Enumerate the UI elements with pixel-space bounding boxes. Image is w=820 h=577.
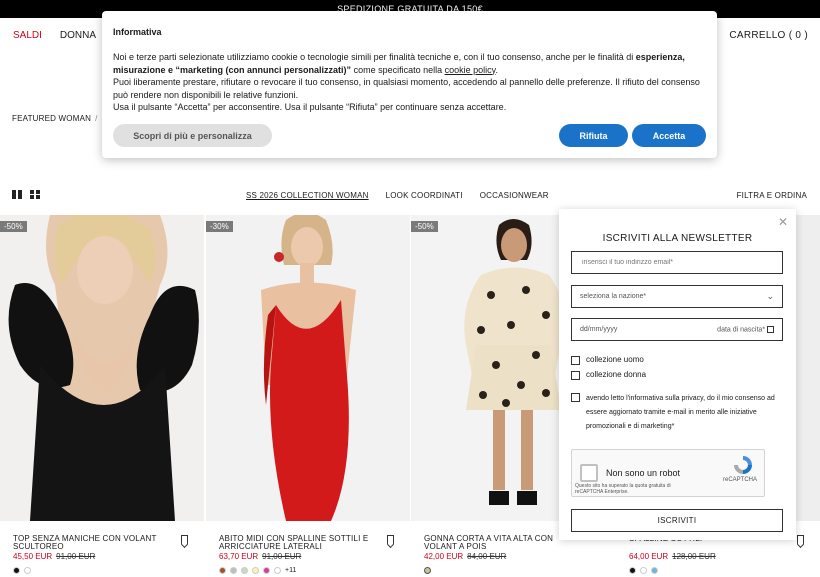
nav-item-donna[interactable]: DONNA bbox=[60, 30, 96, 41]
color-swatch[interactable] bbox=[263, 567, 270, 574]
close-icon[interactable]: ✕ bbox=[778, 215, 788, 229]
color-swatches bbox=[13, 567, 31, 574]
color-swatch[interactable] bbox=[424, 567, 431, 574]
color-swatch[interactable] bbox=[24, 567, 31, 574]
cookie-consent-dialog: Informativa Noi e terze parti selezionat… bbox=[102, 11, 717, 158]
product-image[interactable]: -50% bbox=[0, 215, 204, 521]
bookmark-icon[interactable] bbox=[797, 535, 804, 544]
recaptcha-checkbox[interactable] bbox=[580, 464, 598, 482]
checkbox-collezione-donna[interactable]: collezione donna bbox=[571, 370, 646, 380]
country-select-value: seleziona la nazione* bbox=[580, 293, 647, 300]
breadcrumb-item[interactable]: FEATURED WOMAN bbox=[12, 114, 91, 123]
bookmark-icon[interactable] bbox=[181, 535, 188, 544]
birthdate-value: dd/mm/yyyy bbox=[580, 326, 618, 333]
color-swatch[interactable] bbox=[629, 567, 636, 574]
cookie-text-consent: Noi e terze parti selezionate utilizziam… bbox=[113, 52, 685, 75]
breadcrumb: FEATURED WOMAN/S bbox=[12, 114, 107, 123]
product-card[interactable]: -30% ABITO MIDI CON SPALLINE SOTTILI E A… bbox=[206, 215, 410, 574]
product-image[interactable]: -30% bbox=[206, 215, 410, 521]
product-price: 45,50 EUR 91,00 EUR bbox=[13, 552, 96, 561]
category-tabs: SS 2026 COLLECTION WOMAN LOOK COORDINATI… bbox=[246, 191, 549, 200]
product-price: 42,00 EUR 84,00 EUR bbox=[424, 552, 507, 561]
checkbox[interactable] bbox=[571, 371, 580, 380]
color-swatch[interactable] bbox=[640, 567, 647, 574]
color-swatches bbox=[424, 567, 431, 574]
cart-link[interactable]: CARRELLO ( 0 ) bbox=[729, 30, 808, 41]
birthdate-label: data di nascita* bbox=[717, 325, 774, 333]
newsletter-title: ISCRIVITI ALLA NEWSLETTER bbox=[602, 233, 753, 244]
checkbox-collezione-uomo[interactable]: collezione uomo bbox=[571, 355, 644, 365]
subscribe-button[interactable]: ISCRIVITI bbox=[571, 509, 783, 532]
discount-badge: -30% bbox=[206, 221, 233, 232]
grid-toggle bbox=[12, 190, 40, 199]
country-select[interactable]: seleziona la nazione* ⌄ bbox=[571, 285, 783, 308]
color-swatch[interactable] bbox=[252, 567, 259, 574]
discount-badge: -50% bbox=[0, 221, 27, 232]
email-input[interactable] bbox=[580, 258, 774, 267]
grid-two-columns-icon[interactable] bbox=[12, 190, 22, 199]
tab-look-coordinati[interactable]: LOOK COORDINATI bbox=[386, 191, 463, 200]
tab-occasionwear[interactable]: OCCASIONWEAR bbox=[480, 191, 549, 200]
accept-button[interactable]: Accetta bbox=[632, 124, 706, 147]
tab-ss2026[interactable]: SS 2026 COLLECTION WOMAN bbox=[246, 191, 369, 200]
cookie-dialog-title: Informativa bbox=[113, 27, 162, 37]
recaptcha-widget: Non sono un robot Questo sito ha superat… bbox=[571, 449, 765, 497]
email-field[interactable] bbox=[571, 251, 783, 274]
cookie-text-preferences: Puoi liberamente prestare, rifiutare o r… bbox=[113, 77, 700, 100]
chevron-down-icon: ⌄ bbox=[766, 291, 774, 301]
color-swatch[interactable] bbox=[651, 567, 658, 574]
product-price: 63,70 EUR 91,00 EUR bbox=[219, 552, 302, 561]
recaptcha-notice: Questo sito ha superato la quota gratuit… bbox=[575, 483, 671, 495]
reject-button[interactable]: Rifiuta bbox=[559, 124, 628, 147]
recaptcha-logo-icon bbox=[734, 456, 752, 474]
color-swatches: +11 bbox=[219, 567, 296, 574]
newsletter-popup: ✕ ISCRIVITI ALLA NEWSLETTER seleziona la… bbox=[559, 209, 796, 540]
recaptcha-label: Non sono un robot bbox=[606, 468, 681, 478]
recaptcha-brand: reCAPTCHA bbox=[722, 477, 757, 483]
cookie-text-buttons: Usa il pulsante “Accetta” per acconsenti… bbox=[113, 102, 507, 112]
color-swatch[interactable] bbox=[230, 567, 237, 574]
more-colors-count[interactable]: +11 bbox=[285, 567, 296, 574]
nav-item-saldi[interactable]: SALDI bbox=[13, 30, 42, 41]
color-swatch[interactable] bbox=[13, 567, 20, 574]
discount-badge: -50% bbox=[411, 221, 438, 232]
color-swatch[interactable] bbox=[219, 567, 226, 574]
filter-sort-button[interactable]: FILTRA E ORDINA bbox=[737, 191, 807, 200]
grid-four-columns-icon[interactable] bbox=[30, 190, 40, 199]
color-swatch[interactable] bbox=[241, 567, 248, 574]
cookie-policy-link[interactable]: cookie policy bbox=[445, 65, 496, 75]
checkbox-privacy[interactable]: avendo letto l'informativa sulla privacy… bbox=[571, 392, 786, 434]
bookmark-icon[interactable] bbox=[387, 535, 394, 544]
color-swatches bbox=[629, 567, 658, 574]
product-card[interactable]: -50% TOP SENZA MANICHE CON VOLANT SCULTO… bbox=[0, 215, 204, 574]
birthdate-field[interactable]: dd/mm/yyyy data di nascita* bbox=[571, 318, 783, 341]
calendar-icon[interactable] bbox=[767, 325, 774, 333]
customize-button[interactable]: Scopri di più e personalizza bbox=[113, 124, 272, 147]
checkbox[interactable] bbox=[571, 393, 580, 402]
product-price: 64,00 EUR 128,00 EUR bbox=[629, 552, 716, 561]
checkbox[interactable] bbox=[571, 356, 580, 365]
product-title[interactable]: ABITO MIDI CON SPALLINE SOTTILI E ARRICC… bbox=[219, 535, 379, 551]
product-title[interactable]: TOP SENZA MANICHE CON VOLANT SCULTOREO bbox=[13, 535, 173, 551]
color-swatch[interactable] bbox=[274, 567, 281, 574]
